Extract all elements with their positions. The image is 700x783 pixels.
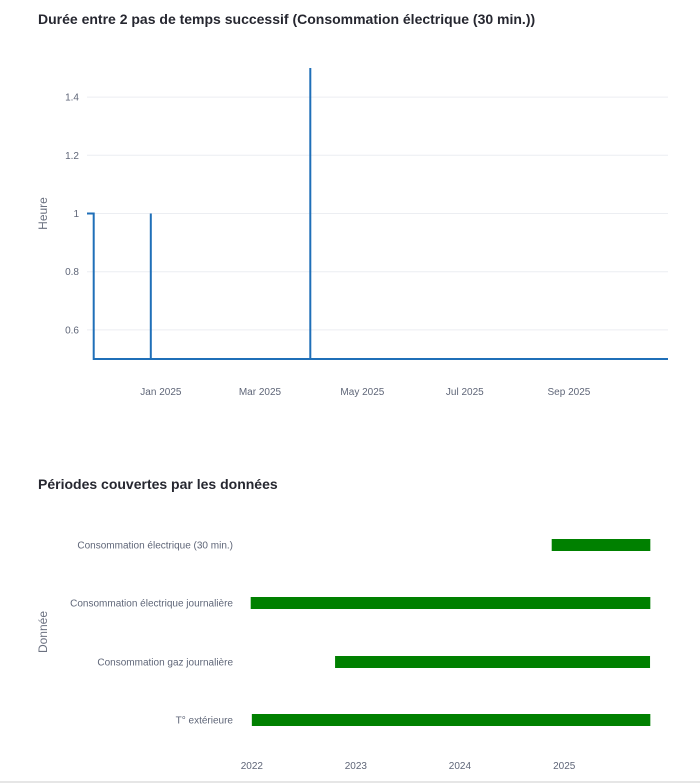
x-tick-label: 2025 [553, 761, 576, 772]
x-tick-label: 2023 [345, 761, 368, 772]
range-bar [251, 714, 651, 726]
y-tick-label: T° extérieure [176, 716, 234, 727]
y-tick-label: Consommation électrique journalière [70, 599, 233, 610]
x-tick-label: 2024 [449, 761, 472, 772]
gantt-chart[interactable]: Consommation électrique (30 min.) Consomm… [0, 0, 700, 783]
range-bar [335, 656, 651, 668]
y-tick-label: Consommation électrique (30 min.) [77, 541, 233, 552]
range-bar [551, 539, 651, 551]
x-tick-label: 2022 [241, 761, 264, 772]
range-bar [250, 597, 651, 609]
y-axis-title: Donnée [36, 611, 50, 653]
y-tick-label: Consommation gaz journalière [97, 658, 233, 669]
